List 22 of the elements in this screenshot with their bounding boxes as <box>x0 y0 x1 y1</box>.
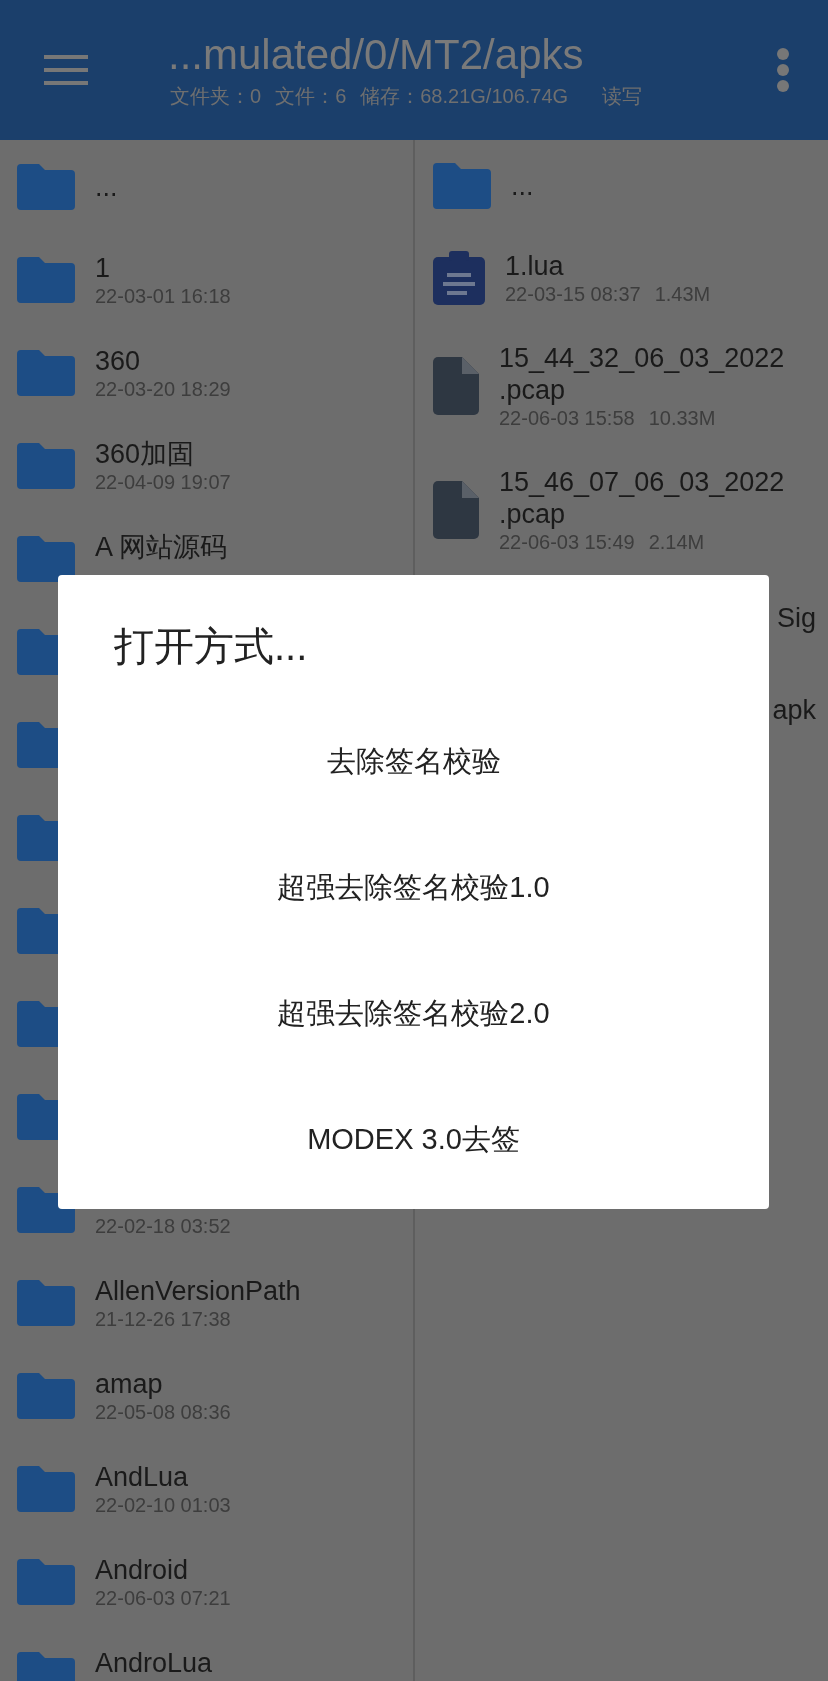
folder-info-text: 读写 <box>602 84 643 109</box>
file-name: 15_46_07_06_03_2022 .pcap <box>499 466 785 530</box>
file-name: Sig <box>776 601 816 635</box>
folder-path-title: ...mulated/0/MT2/apks <box>168 30 585 80</box>
file-name: amap <box>95 1367 164 1400</box>
file-name: AllenVersionPath <box>95 1274 301 1307</box>
file-name: AndroLua <box>95 1646 213 1679</box>
file-name: Android <box>95 1553 190 1586</box>
file-name: 360 <box>95 344 142 377</box>
file-name: 15_44_32_06_03_2022 .pcap <box>499 342 785 406</box>
file-name: 1.lua <box>505 250 565 282</box>
folder-info-text: 储存：68.21G/106.74G <box>360 84 569 109</box>
file-name: 360加固 <box>95 437 196 470</box>
file-name: apk <box>772 693 816 727</box>
folder-info-text: 文件：6 <box>275 84 347 109</box>
file-name: A 网站源码 <box>95 530 228 563</box>
file-name: AndLua <box>95 1460 190 1493</box>
file-name: ... <box>95 170 118 203</box>
file-name: 1 <box>95 251 112 284</box>
folder-info-text: 文件夹：0 <box>170 84 262 109</box>
file-name: ... <box>511 170 534 202</box>
dialog-title: 打开方式... <box>114 623 308 670</box>
